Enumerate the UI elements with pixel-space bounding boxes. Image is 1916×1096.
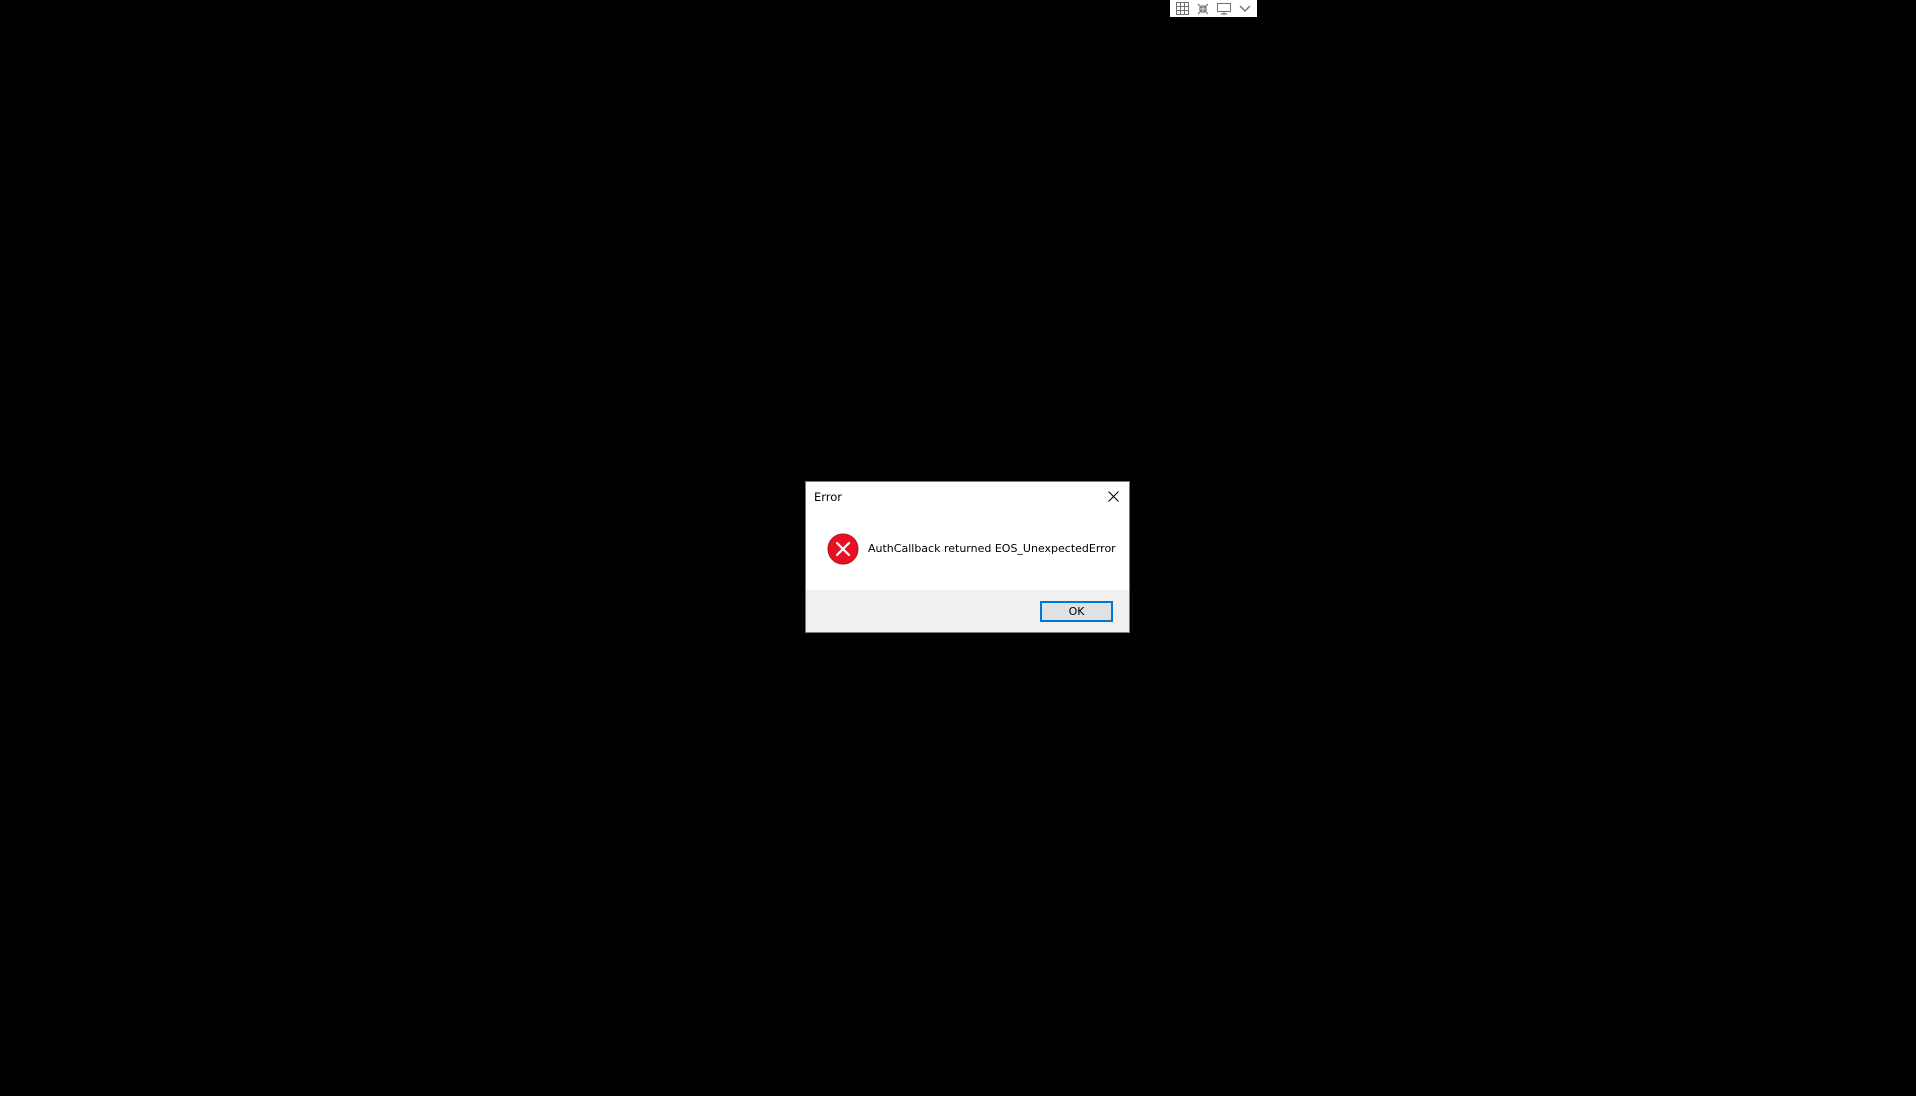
collapse-icon[interactable] (1194, 0, 1212, 17)
desktop-background: Error AuthCallback returned EOS_Unexpect… (0, 0, 1916, 1096)
close-icon[interactable] (1097, 482, 1129, 510)
error-dialog: Error AuthCallback returned EOS_Unexpect… (806, 482, 1129, 632)
monitor-icon[interactable] (1215, 0, 1233, 17)
dialog-footer: OK (806, 590, 1129, 632)
chevron-down-icon[interactable] (1236, 0, 1254, 17)
error-icon (827, 533, 859, 565)
ok-button[interactable]: OK (1040, 601, 1113, 622)
dialog-body: AuthCallback returned EOS_UnexpectedErro… (806, 513, 1129, 572)
dialog-titlebar[interactable]: Error (806, 482, 1129, 513)
dialog-message: AuthCallback returned EOS_UnexpectedErro… (868, 542, 1116, 555)
connection-bar (1170, 0, 1257, 17)
grid-icon[interactable] (1173, 0, 1191, 17)
dialog-title: Error (814, 490, 843, 504)
